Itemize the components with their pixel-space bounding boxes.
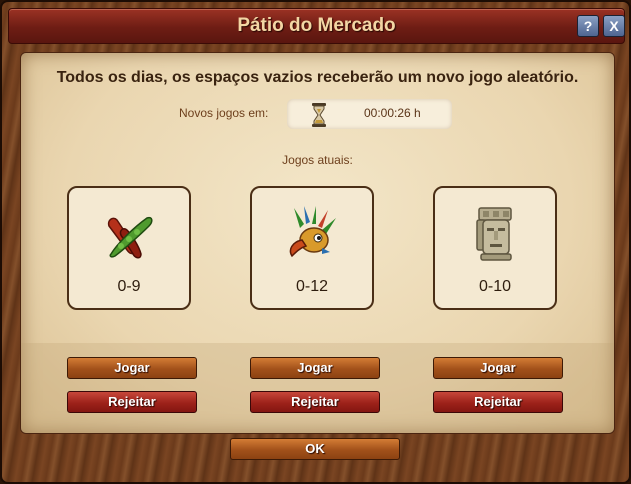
- reject-button-1[interactable]: Rejeitar: [67, 391, 197, 413]
- game-range: 0-9: [117, 278, 141, 295]
- game-card-3: 0-10: [433, 186, 557, 310]
- actions-area: Jogar Jogar Jogar Rejeitar Rejeitar Reje…: [21, 343, 614, 433]
- market-yard-window: Pátio do Mercado ? X Todos os dias, os e…: [0, 0, 631, 484]
- game-card-1: 0-9: [67, 186, 191, 310]
- reject-button-3[interactable]: Rejeitar: [433, 391, 563, 413]
- stone-head-statue-icon: [476, 207, 512, 261]
- ok-button[interactable]: OK: [230, 438, 400, 460]
- close-button[interactable]: X: [603, 15, 625, 37]
- chili-peppers-icon: [107, 216, 153, 259]
- window-title: Pátio do Mercado: [237, 15, 396, 36]
- headline: Todos os dias, os espaços vazios receber…: [56, 69, 579, 86]
- help-button[interactable]: ?: [577, 15, 599, 37]
- current-games-label: Jogos atuais:: [282, 153, 353, 167]
- timer-label: Novos jogos em:: [179, 106, 269, 120]
- content-panel: Todos os dias, os espaços vazios receber…: [20, 52, 615, 434]
- play-button-2[interactable]: Jogar: [250, 357, 380, 379]
- play-button-1[interactable]: Jogar: [67, 357, 197, 379]
- timer-value: 00:00:26 h: [364, 106, 421, 120]
- game-card-2: 0-12: [250, 186, 374, 310]
- feathered-bird-mask-icon: [289, 206, 336, 258]
- game-range: 0-12: [295, 278, 329, 295]
- play-button-3[interactable]: Jogar: [433, 357, 563, 379]
- reject-button-2[interactable]: Rejeitar: [250, 391, 380, 413]
- title-bar: Pátio do Mercado ? X: [8, 8, 625, 44]
- game-range: 0-10: [478, 278, 512, 295]
- hourglass-icon: [312, 103, 326, 127]
